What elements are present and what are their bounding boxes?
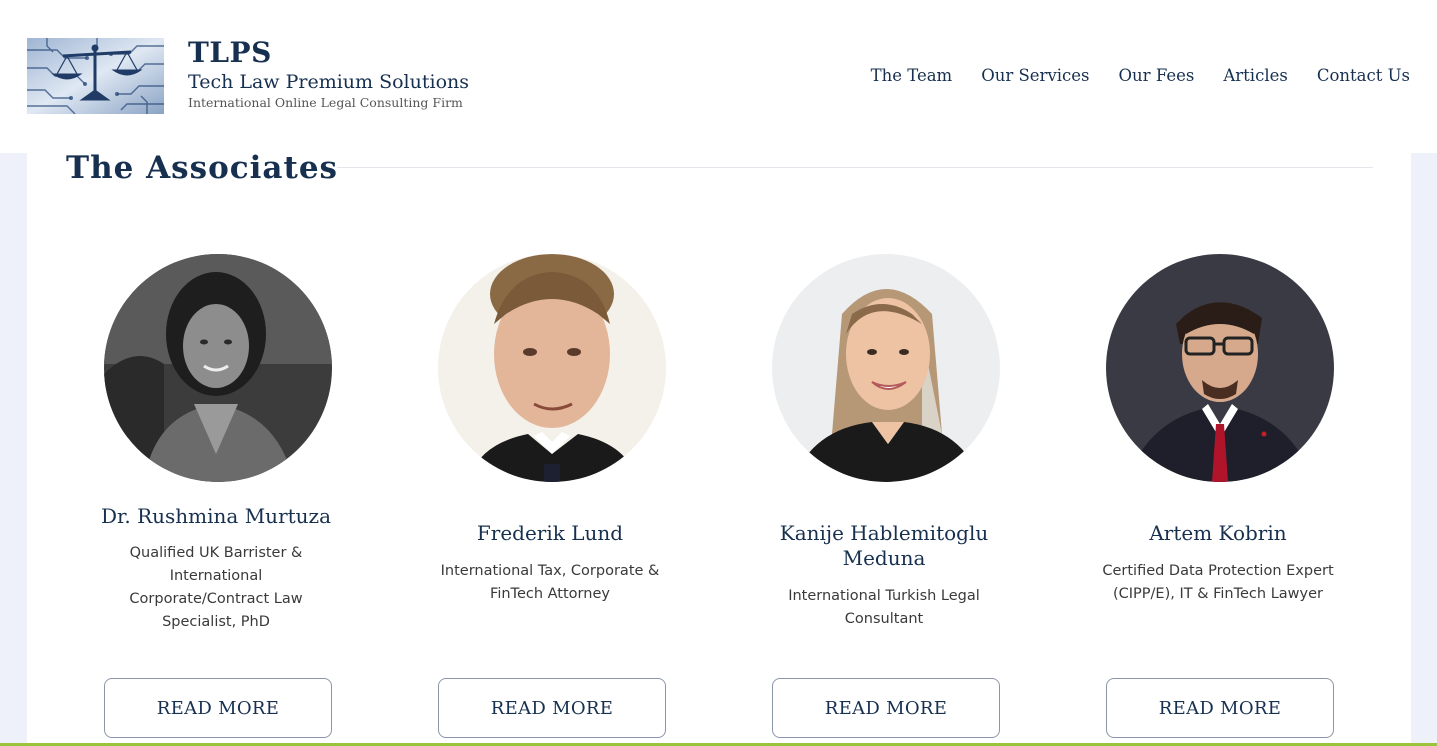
site-header: TLPS Tech Law Premium Solutions Internat… <box>0 0 1437 153</box>
site-tagline: International Online Legal Consulting Fi… <box>188 95 463 110</box>
section-title: The Associates <box>66 150 338 186</box>
associate-photo[interactable] <box>772 254 1000 482</box>
associate-photo[interactable] <box>1106 254 1334 482</box>
brand-block: TLPS Tech Law Premium Solutions Internat… <box>188 36 469 112</box>
associate-description: Certified Data Protection Expert (CIPP/E… <box>1102 563 1334 602</box>
site-subtitle: Tech Law Premium Solutions <box>188 71 470 93</box>
nav-item-articles[interactable]: Articles <box>1223 64 1287 88</box>
logo-scales-of-justice-icon[interactable] <box>27 38 164 114</box>
nav-item-the-team[interactable]: The Team <box>871 64 953 88</box>
nav-item-our-fees[interactable]: Our Fees <box>1119 64 1195 88</box>
read-more-button[interactable]: READ MORE <box>104 678 332 738</box>
associates-section: The Associates Dr. Rushmina Murtuza Qual… <box>27 140 1411 746</box>
associate-description: International Turkish Legal Consultant <box>788 588 980 627</box>
read-more-button[interactable]: READ MORE <box>1106 678 1334 738</box>
read-more-button[interactable]: READ MORE <box>438 678 666 738</box>
associate-description: International Tax, Corporate & FinTech A… <box>440 563 660 602</box>
associate-name: Dr. Rushmina Murtuza <box>100 504 332 528</box>
site-title[interactable]: TLPS <box>188 36 469 70</box>
associate-photo[interactable] <box>438 254 666 482</box>
nav-item-our-services[interactable]: Our Services <box>981 64 1089 88</box>
nav-item-contact-us[interactable]: Contact Us <box>1317 64 1410 88</box>
read-more-button[interactable]: READ MORE <box>772 678 1000 738</box>
section-divider <box>337 167 1373 168</box>
associate-description: Qualified UK Barrister & International C… <box>129 545 303 630</box>
associate-name: Artem Kobrin <box>1149 521 1287 545</box>
main-nav: The Team Our Services Our Fees Articles … <box>871 64 1410 88</box>
associate-name: Frederik Lund <box>476 521 624 545</box>
associate-photo[interactable] <box>104 254 332 482</box>
associate-name: Kanije Hablemitoglu Meduna <box>779 521 989 570</box>
